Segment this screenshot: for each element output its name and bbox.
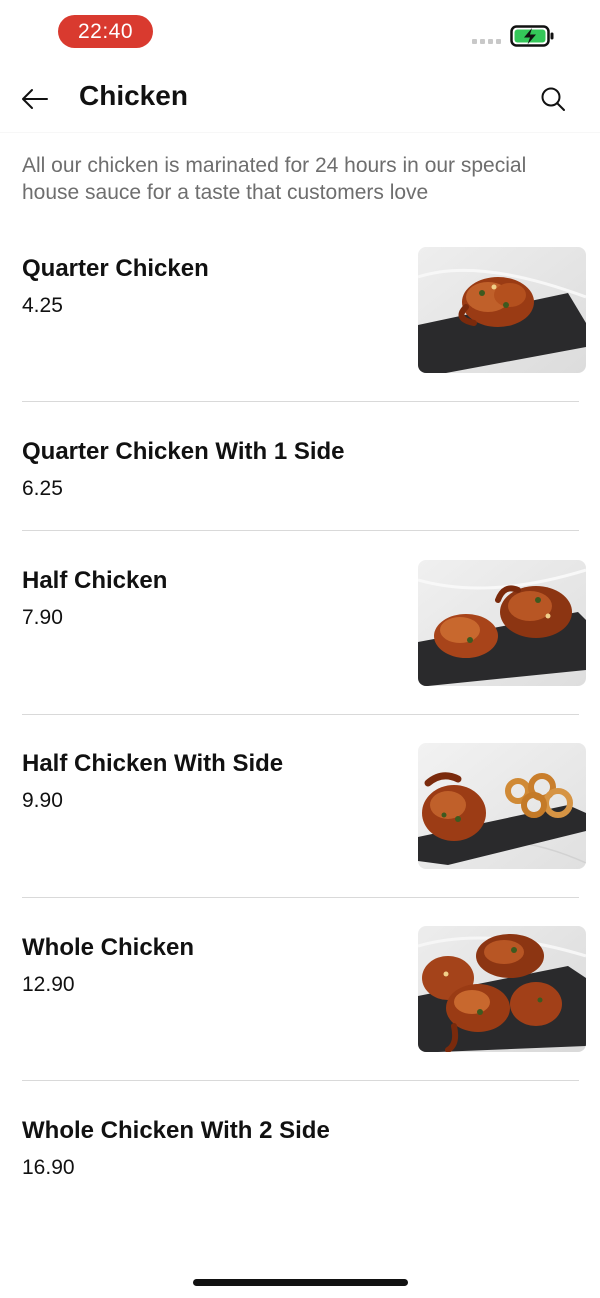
item-name: Whole Chicken With 2 Side [22,1117,330,1144]
status-time: 22:40 [58,15,153,48]
divider [22,1080,579,1081]
divider [22,401,579,402]
search-icon [541,87,565,111]
divider [22,897,579,898]
category-description: All our chicken is marinated for 24 hour… [22,154,527,204]
item-price: 7.90 [22,606,63,629]
page-title: Chicken [79,80,188,111]
item-price: 4.25 [22,294,63,317]
app-header: Chicken [0,62,600,132]
item-name: Half Chicken With Side [22,750,284,777]
arrow-left-icon [22,89,48,109]
item-price: 9.90 [22,789,63,812]
status-bar: 22:40 [0,0,600,62]
item-name: Half Chicken [22,567,168,594]
home-indicator[interactable] [193,1279,408,1286]
item-name: Whole Chicken [22,934,195,961]
item-name: Quarter Chicken [22,255,209,282]
half-chicken-with-side-photo [418,743,586,869]
divider [22,714,579,715]
item-price: 12.90 [22,973,75,996]
whole-chicken-photo [418,926,586,1052]
divider [22,530,579,531]
item-price: 6.25 [22,477,63,500]
item-name: Quarter Chicken With 1 Side [22,438,345,465]
quarter-chicken-photo [418,247,586,373]
back-button[interactable] [18,82,52,116]
half-chicken-photo [418,560,586,686]
battery-charging-icon [510,25,554,47]
signal-dots-icon [472,39,501,44]
item-price: 16.90 [22,1156,75,1179]
search-button[interactable] [536,82,570,116]
